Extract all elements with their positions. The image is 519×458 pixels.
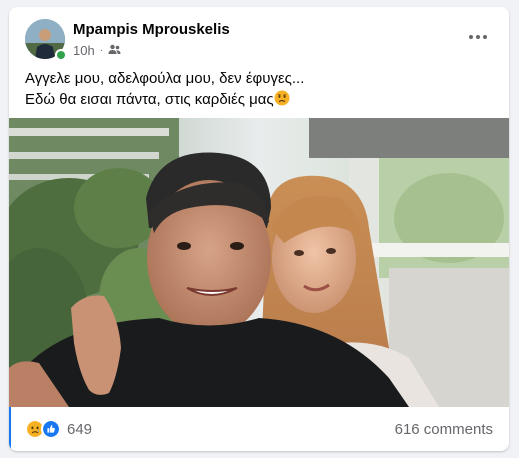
reactions-summary[interactable]: 649 <box>25 419 92 439</box>
post-meta: 10h · <box>73 43 121 58</box>
like-reaction-icon <box>41 419 61 439</box>
post-text-line-2: Εδώ θα εισαι πάντα, στις καρδιές μας <box>25 91 274 108</box>
post-header: Mpampis Mprouskelis 10h · <box>9 7 509 63</box>
more-options-button[interactable] <box>463 27 493 47</box>
reaction-count: 649 <box>67 420 93 438</box>
author-name[interactable]: Mpampis Mprouskelis <box>73 21 230 38</box>
post-card: Mpampis Mprouskelis 10h · Αγγελε μου, αδ… <box>9 7 509 451</box>
more-options-icon <box>469 35 473 39</box>
post-photo[interactable] <box>9 118 509 407</box>
post-footer: 649 616 comments <box>9 407 509 451</box>
post-text: Αγγελε μου, αδελφούλα μου, δεν έφυγες...… <box>25 68 495 110</box>
meta-separator: · <box>99 45 104 56</box>
post-timestamp[interactable]: 10h <box>73 43 95 58</box>
friends-icon[interactable] <box>108 43 121 58</box>
sad-face-emoji-icon <box>274 90 290 106</box>
online-status-dot <box>55 49 67 61</box>
post-text-line-1: Αγγελε μου, αδελφούλα μου, δεν έφυγες... <box>25 70 305 87</box>
comments-count-link[interactable]: 616 comments <box>395 421 493 438</box>
post-text-line-2-wrap: Εδώ θα εισαι πάντα, στις καρδιές μας <box>25 89 495 110</box>
